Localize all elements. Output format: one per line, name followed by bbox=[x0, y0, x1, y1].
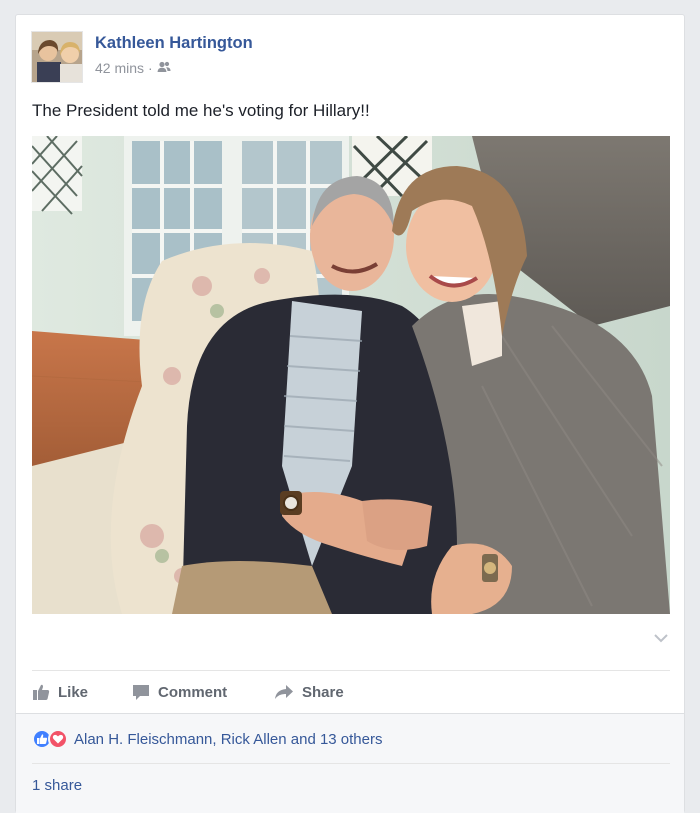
like-button[interactable]: Like bbox=[32, 683, 132, 701]
post-text: The President told me he's voting for Hi… bbox=[32, 101, 370, 120]
chevron-down-icon[interactable] bbox=[653, 631, 669, 643]
divider bbox=[32, 670, 670, 671]
reactions-summary[interactable]: Alan H. Fleischmann, Rick Allen and 13 o… bbox=[32, 728, 383, 750]
avatar[interactable] bbox=[31, 31, 83, 83]
reaction-icons bbox=[32, 729, 68, 749]
share-arrow-icon bbox=[274, 683, 294, 701]
thumbs-up-icon bbox=[32, 683, 50, 701]
share-count[interactable]: 1 share bbox=[32, 777, 82, 794]
love-reaction-icon[interactable] bbox=[48, 729, 68, 749]
like-label: Like bbox=[58, 683, 89, 701]
share-button[interactable]: Share bbox=[274, 683, 344, 701]
post-header: Kathleen Hartington 42 mins · bbox=[31, 31, 651, 83]
friends-icon[interactable] bbox=[157, 60, 171, 76]
share-label: Share bbox=[302, 683, 344, 701]
post-meta: 42 mins · bbox=[95, 60, 171, 76]
post-card: Kathleen Hartington 42 mins · The Presid… bbox=[15, 14, 685, 813]
comment-label: Comment bbox=[158, 683, 228, 701]
post-timestamp[interactable]: 42 mins bbox=[95, 60, 144, 76]
post-footer: Alan H. Fleischmann, Rick Allen and 13 o… bbox=[16, 713, 684, 813]
meta-separator: · bbox=[148, 60, 153, 76]
footer-divider bbox=[32, 763, 670, 764]
comment-button[interactable]: Comment bbox=[132, 683, 274, 701]
reactors-names[interactable]: Alan H. Fleischmann, Rick Allen and 13 o… bbox=[74, 731, 383, 748]
post-photo[interactable] bbox=[32, 136, 670, 614]
comment-icon bbox=[132, 683, 150, 701]
author-name[interactable]: Kathleen Hartington bbox=[95, 34, 253, 53]
action-bar: Like Comment Share bbox=[32, 680, 670, 704]
